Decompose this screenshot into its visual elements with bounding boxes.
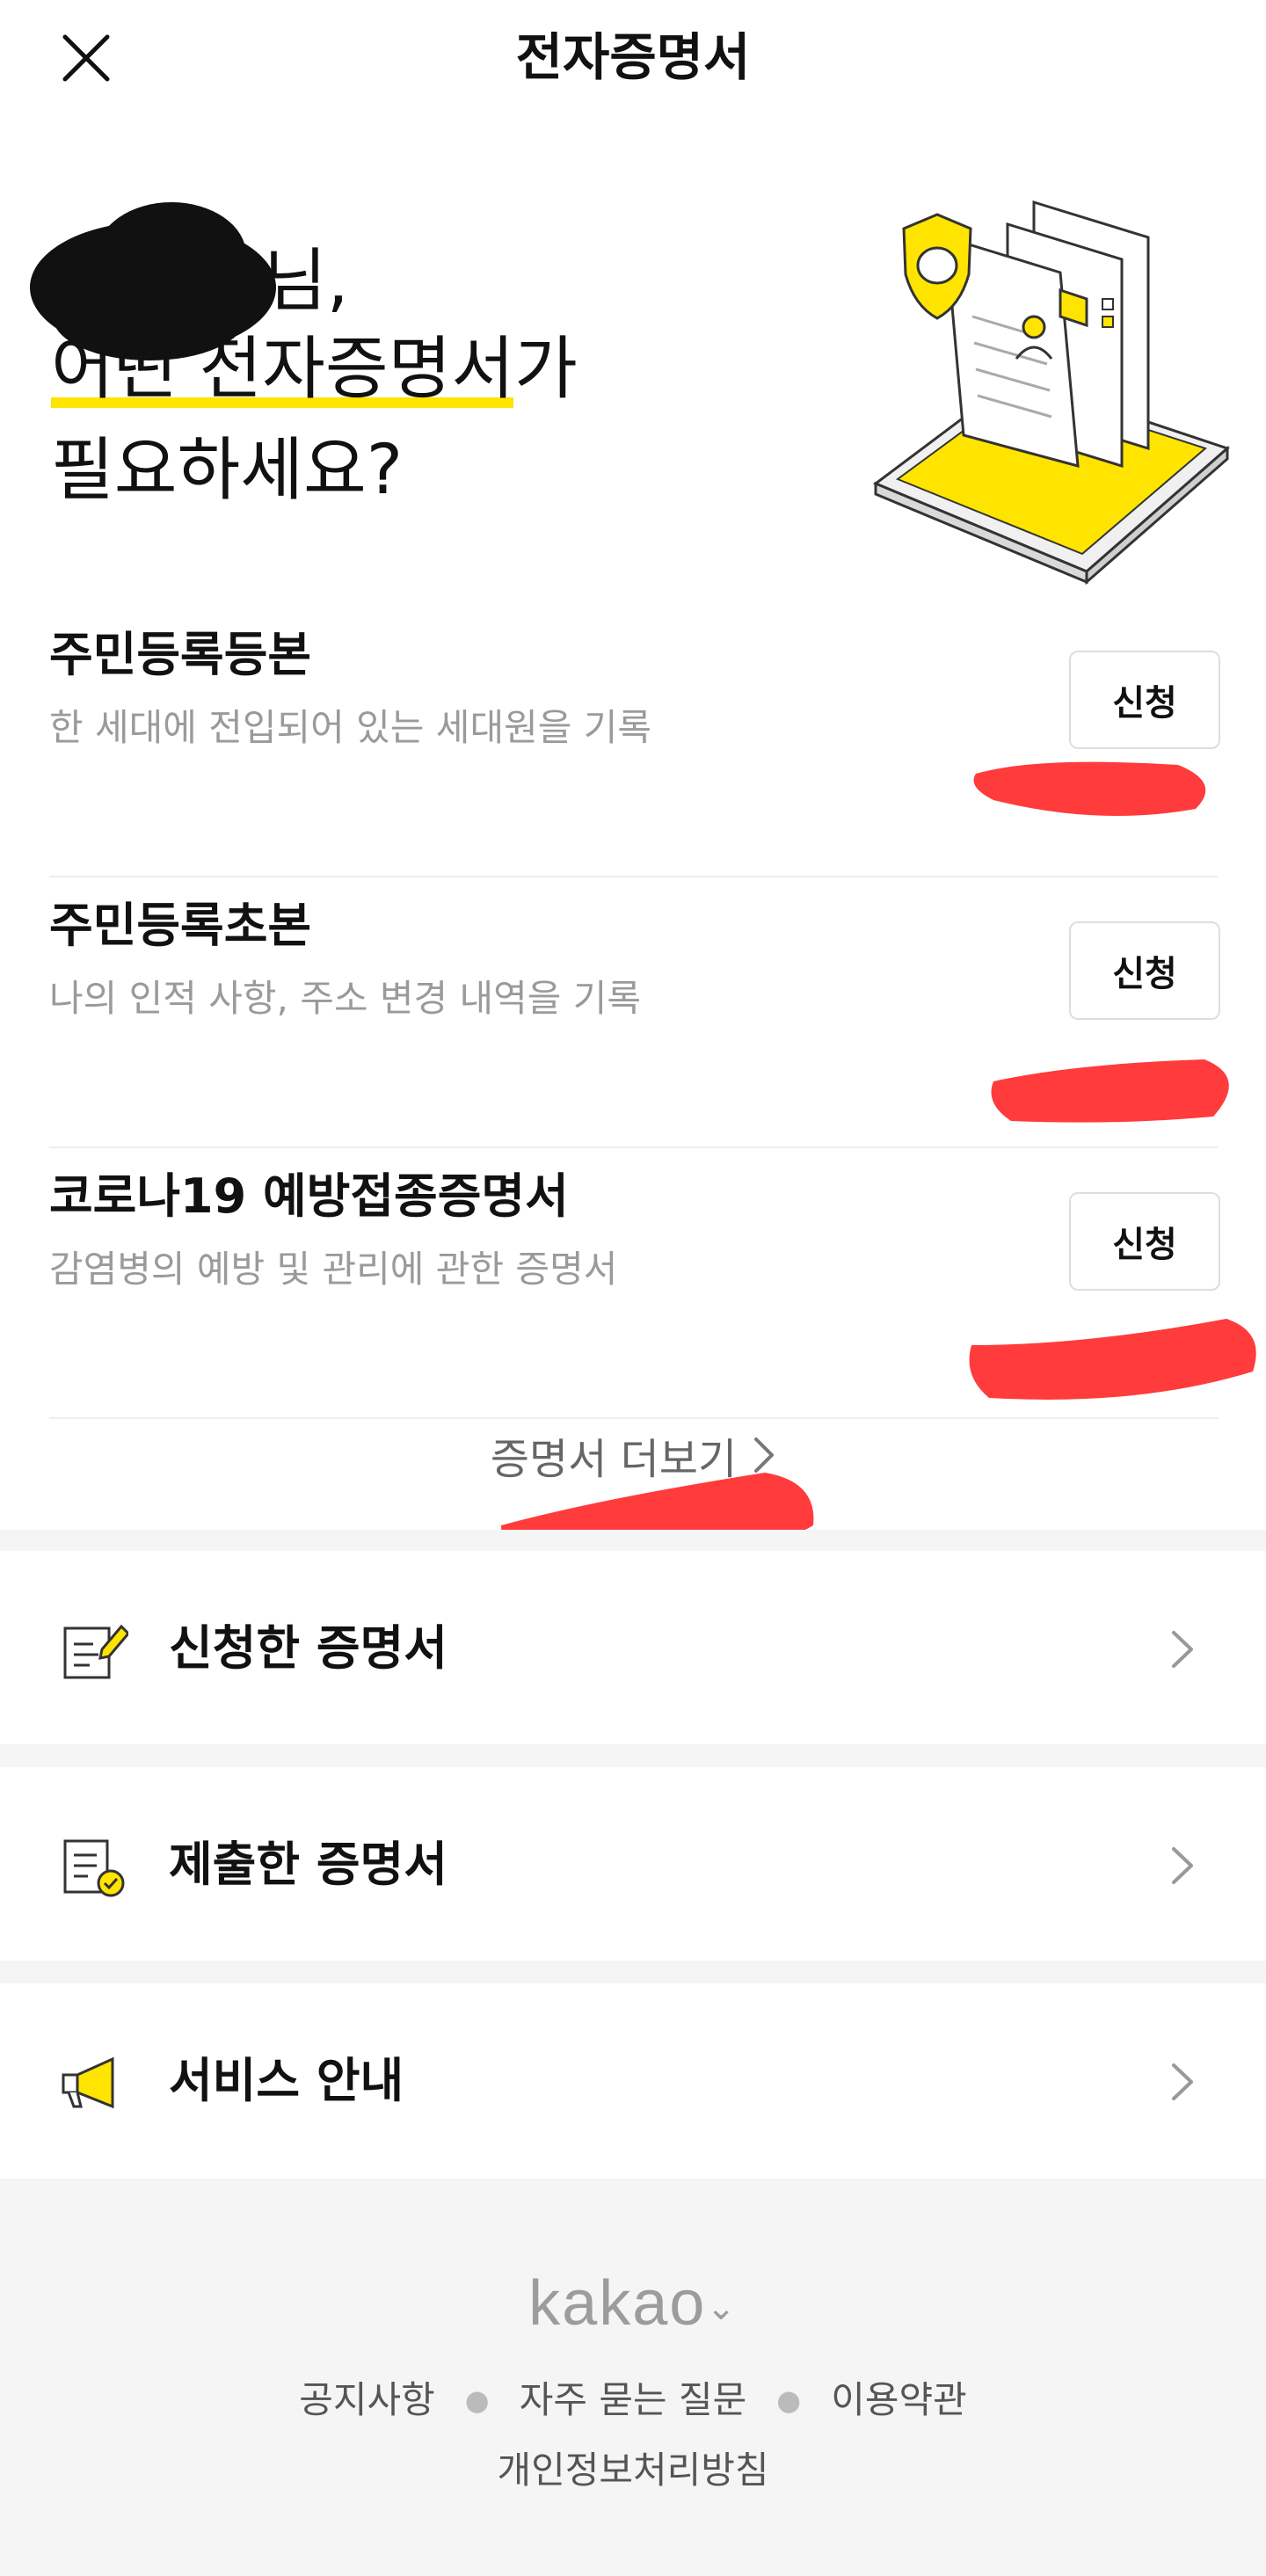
chevron-right-icon [1172,2063,1193,2100]
more-certificates-link[interactable]: 증명서 더보기 [0,1415,1266,1495]
chevron-right-icon [754,1437,775,1473]
chevron-down-icon: ⌄ [706,2288,738,2327]
kakao-logo: kakao [528,2268,707,2339]
footer-link-terms[interactable]: 이용약관 [831,2374,967,2427]
menu-label: 신청한 증명서 [169,1620,447,1676]
list-item: 주민등록초본 나의 인적 사항, 주소 변경 내역을 기록 신청 [49,877,1220,1148]
hero-section: 님, 어떤 전자증명서가 필요하세요? [0,176,1266,598]
menu-label: 제출한 증명서 [169,1837,447,1892]
chevron-right-icon [1172,1631,1193,1668]
footer: kakao⌄ 공지사항 ● 자주 묻는 질문 ● 이용약관 개인정보처리방침 [0,2179,1266,2576]
section-divider [0,1961,1266,1983]
footer-links: 공지사항 ● 자주 묻는 질문 ● 이용약관 [0,2374,1266,2427]
certificate-name: 주민등록등본 [49,627,312,682]
chevron-right-icon [1172,1847,1193,1884]
certificate-list: 주민등록등본 한 세대에 전입되어 있는 세대원을 기록 신청 주민등록초본 나… [49,607,1220,1419]
greeting-suffix: 님, [264,242,349,321]
page-title: 전자증명서 [515,27,751,87]
hero-line-3: 필요하세요? [51,431,404,510]
section-divider [0,1744,1266,1767]
edit-document-icon [63,1624,128,1679]
menu-item-applied[interactable]: 신청한 증명서 [0,1551,1266,1744]
menu-item-submitted[interactable]: 제출한 증명서 [0,1767,1266,1961]
certificate-name: 코로나19 예방접종증명서 [49,1168,569,1224]
list-item: 코로나19 예방접종증명서 감염병의 예방 및 관리에 관한 증명서 신청 [49,1148,1220,1419]
section-divider [0,1530,1266,1551]
more-certificates-label: 증명서 더보기 [490,1435,738,1484]
apply-button[interactable]: 신청 [1069,651,1220,749]
hero-line-2: 어떤 전자증명서가 [51,330,578,409]
document-check-icon [63,1839,125,1897]
certificate-description: 나의 인적 사항, 주소 변경 내역을 기록 [49,977,642,1020]
menu-item-service-info[interactable]: 서비스 안내 [0,1983,1266,2177]
top-bar: 전자증명서 [0,0,1266,123]
apply-button[interactable]: 신청 [1069,921,1220,1020]
separator-dot: ● [776,2383,802,2417]
certificate-phone-illustration [873,200,1230,586]
apply-button[interactable]: 신청 [1069,1192,1220,1291]
megaphone-icon [62,2056,114,2109]
footer-link-faq[interactable]: 자주 묻는 질문 [520,2374,747,2427]
footer-link-privacy[interactable]: 개인정보처리방침 [0,2444,1266,2497]
list-item: 주민등록등본 한 세대에 전입되어 있는 세대원을 기록 신청 [49,607,1220,877]
certificate-description: 한 세대에 전입되어 있는 세대원을 기록 [49,706,651,749]
certificate-description: 감염병의 예방 및 관리에 관한 증명서 [49,1248,618,1291]
separator-dot: ● [464,2383,490,2417]
kakao-logo-dropdown[interactable]: kakao⌄ [0,2268,1266,2343]
menu-label: 서비스 안내 [169,2053,404,2108]
certificate-name: 주민등록초본 [49,898,312,953]
footer-link-notice[interactable]: 공지사항 [299,2374,435,2427]
